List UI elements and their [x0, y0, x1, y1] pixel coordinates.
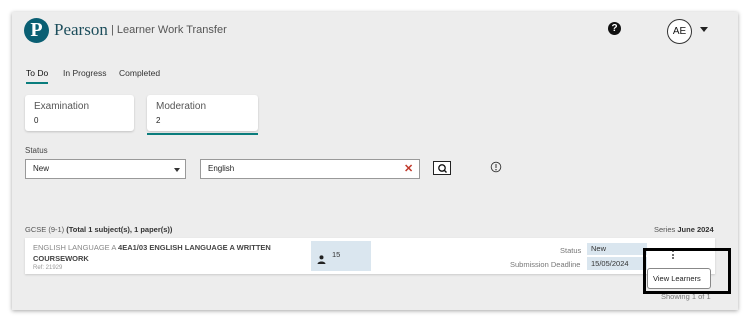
app-window: P Pearson | Learner Work Transfer ? AE T…: [12, 12, 738, 310]
chevron-down-icon[interactable]: [700, 27, 708, 32]
tab-in-progress[interactable]: In Progress: [63, 68, 106, 82]
app-header: P Pearson | Learner Work Transfer ? AE: [12, 12, 738, 54]
qualification-group-title: GCSE (9-1) (Total 1 subject(s), 1 paper(…: [25, 225, 172, 234]
chevron-down-icon: [174, 168, 180, 172]
card-examination-label: Examination: [34, 101, 90, 112]
series-info: Series June 2024: [654, 225, 714, 234]
search-button[interactable]: [433, 161, 451, 175]
card-examination-count: 0: [34, 116, 39, 125]
subject-ref: Ref: 21929: [33, 265, 63, 271]
status-select-value: New: [33, 164, 50, 173]
series-label: Series: [654, 225, 676, 234]
pearson-logo-icon: P: [24, 18, 49, 43]
tab-to-do[interactable]: To Do: [26, 68, 49, 84]
subject-title: ENGLISH LANGUAGE A 4EA1/03 ENGLISH LANGU…: [33, 242, 303, 264]
card-moderation[interactable]: Moderation 2: [147, 95, 258, 131]
card-active-indicator: [147, 133, 258, 135]
search-icon: [438, 164, 447, 173]
status-filter-label: Status: [25, 146, 48, 155]
row-status-value: New: [587, 243, 647, 255]
app-title: | Learner Work Transfer: [111, 24, 227, 36]
card-moderation-label: Moderation: [156, 101, 207, 112]
learners-count: 15: [332, 250, 341, 259]
user-avatar[interactable]: AE: [667, 19, 692, 44]
person-icon: [317, 251, 326, 264]
submission-deadline-label: Submission Deadline: [510, 260, 581, 269]
search-input[interactable]: English: [200, 159, 420, 179]
help-icon[interactable]: ?: [608, 22, 621, 35]
brand-name: Pearson: [54, 20, 108, 39]
submission-deadline-value: 15/05/2024: [587, 257, 647, 270]
qualification-prefix: GCSE (9-1): [25, 225, 65, 234]
qualification-summary: (Total 1 subject(s), 1 paper(s)): [66, 225, 173, 234]
row-status-label: Status: [560, 246, 582, 255]
subject-prefix: ENGLISH LANGUAGE A: [33, 243, 116, 252]
highlight-box: [643, 248, 731, 294]
card-examination[interactable]: Examination 0: [25, 95, 134, 131]
info-icon[interactable]: [490, 160, 502, 173]
series-value: June 2024: [677, 225, 714, 234]
clear-icon[interactable]: ✕: [404, 162, 413, 175]
card-moderation-count: 2: [156, 116, 161, 125]
status-select[interactable]: New: [25, 159, 186, 179]
tab-completed[interactable]: Completed: [119, 68, 160, 82]
